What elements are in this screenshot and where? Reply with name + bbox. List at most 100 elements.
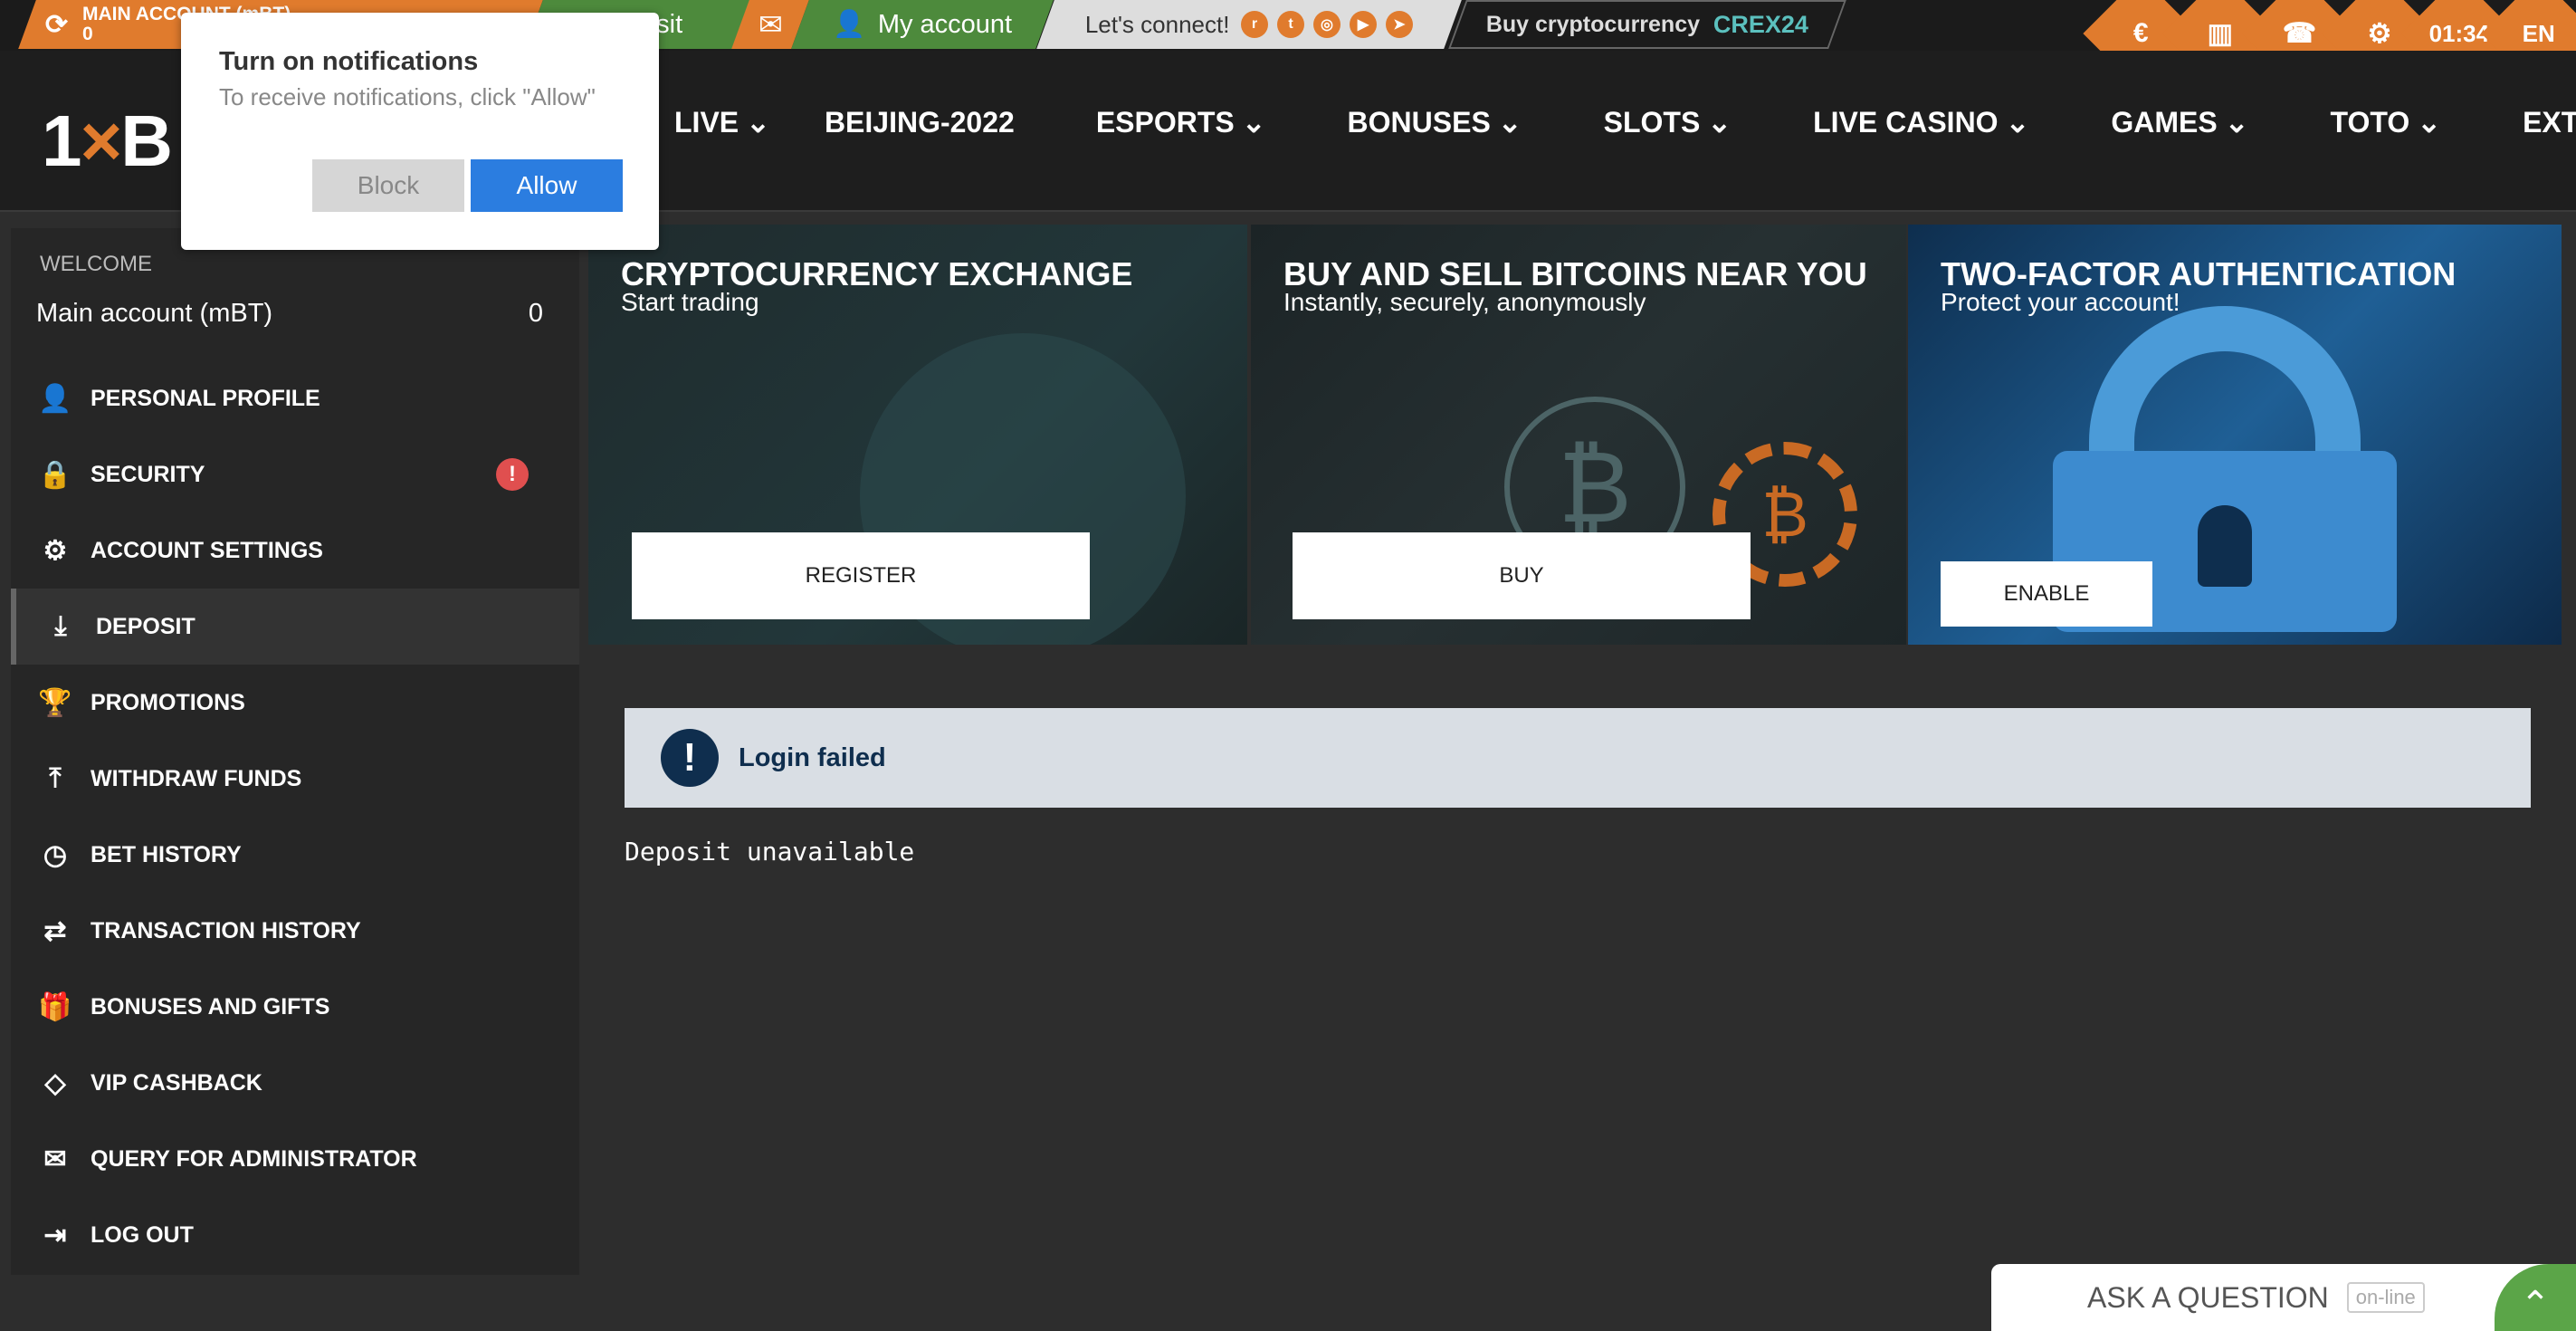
sidebar-item-query-admin[interactable]: ✉ QUERY FOR ADMINISTRATOR [11, 1121, 579, 1197]
logo-part: B [120, 101, 173, 181]
banner-subtitle: Instantly, securely, anonymously [1283, 288, 1646, 316]
sidebar-item-deposit[interactable]: ⤓ DEPOSIT [11, 589, 579, 665]
nav-item-games[interactable]: GAMES ⌄ [2111, 105, 2248, 139]
enable-button[interactable]: ENABLE [1941, 561, 2152, 627]
nav-item-esports[interactable]: ESPORTS ⌄ [1096, 105, 1266, 139]
chevron-down-icon: ⌄ [2417, 106, 2442, 139]
trophy-icon: 🏆 [38, 687, 72, 718]
my-account-button[interactable]: 👤 My account [791, 0, 1054, 49]
chevron-down-icon: ⌄ [1497, 106, 1522, 139]
chevron-down-icon: ⌄ [2005, 106, 2030, 139]
sidebar-item-promotions[interactable]: 🏆 PROMOTIONS [11, 665, 579, 741]
sidebar-item-account-settings[interactable]: ⚙ ACCOUNT SETTINGS [11, 512, 579, 589]
chevron-up-icon[interactable]: ⌃ [2495, 1264, 2576, 1331]
nav-item-bonuses[interactable]: BONUSES ⌄ [1348, 105, 1522, 139]
site-logo[interactable]: 1×B [42, 100, 173, 183]
sidebar-item-label: BONUSES AND GIFTS [91, 993, 330, 1020]
nav-item-extra[interactable]: EXTRA⌄ [2523, 105, 2576, 139]
refresh-icon[interactable]: ⟳ [45, 9, 68, 41]
gears-icon: ⚙ [43, 535, 68, 566]
deposit-unavailable-text: Deposit unavailable [625, 837, 915, 867]
sidebar-item-personal-profile[interactable]: 👤 PERSONAL PROFILE [11, 360, 579, 436]
nav-item-toto[interactable]: TOTO ⌄ [2331, 105, 2442, 139]
account-sidebar: WELCOME Main account (mBT) 0 👤 PERSONAL P… [11, 228, 579, 1275]
youtube-icon[interactable]: ▶ [1349, 11, 1377, 38]
gear-icon: ⚙ [2367, 18, 2392, 49]
buy-button[interactable]: BUY [1293, 532, 1751, 619]
headset-icon: ☎ [2283, 18, 2317, 49]
account-name: Main account (mBT) [36, 299, 273, 328]
security-alert-badge: ! [496, 458, 529, 491]
envelope-icon: ✉ [43, 1144, 67, 1174]
buy-crypto-link[interactable]: Buy cryptocurrency CREX24 [1448, 0, 1846, 49]
chevron-down-icon: ⌄ [746, 106, 770, 139]
nav-item-beijing[interactable]: BEIJING-2022 [825, 105, 1015, 139]
online-status: on-line [2346, 1282, 2425, 1313]
nav-label: TOTO [2330, 105, 2410, 139]
banner-subtitle: Protect your account! [1941, 288, 2180, 316]
account-balance: 0 [528, 299, 543, 328]
nav-item-live-casino[interactable]: LIVE CASINO ⌄ [1813, 105, 2029, 139]
user-icon: 👤 [832, 10, 865, 39]
ask-question-widget[interactable]: ASK A QUESTION on-line ⌃ [1991, 1264, 2576, 1331]
gift-hand-icon: 🎁 [38, 991, 72, 1022]
sidebar-item-security[interactable]: 🔒 SECURITY! [11, 436, 579, 512]
nav-label: LIVE CASINO [1813, 105, 1999, 139]
connect-label: Let's connect! [1085, 10, 1230, 38]
nav-label: ESPORTS [1095, 105, 1235, 139]
social-links: Let's connect! r t ◎ ▶ ➤ [1036, 0, 1462, 49]
twitter-icon[interactable]: t [1276, 11, 1304, 38]
instagram-icon[interactable]: ◎ [1312, 11, 1340, 38]
alert-message: Login failed [739, 742, 886, 772]
euro-icon: € [2132, 18, 2149, 48]
sidebar-item-label: TRANSACTION HISTORY [91, 917, 361, 943]
nav-menu: LIVE ⌄ BEIJING-2022 ESPORTS ⌄ BONUSES ⌄ SLO… [674, 105, 2576, 139]
logo-part: × [80, 101, 123, 181]
sidebar-item-bet-history[interactable]: ◷ BET HISTORY [11, 817, 579, 893]
user-plus-icon: 👤 [38, 383, 72, 414]
nav-label: EXTRA [2523, 105, 2576, 139]
sidebar-item-log-out[interactable]: ⇥ LOG OUT [11, 1197, 579, 1273]
sidebar-item-label: SECURITY [91, 461, 205, 487]
popup-title: Turn on notifications [219, 47, 479, 76]
reddit-icon[interactable]: r [1240, 11, 1268, 38]
nav-label: SLOTS [1603, 105, 1701, 139]
account-summary: Main account (mBT) 0 [36, 299, 543, 329]
nav-item-slots[interactable]: SLOTS ⌄ [1604, 105, 1732, 139]
crex24-logo: CREX24 [1713, 10, 1808, 38]
language-label: EN [2522, 19, 2556, 47]
diamond-icon: ◇ [44, 1068, 66, 1098]
time-label: 01:34 [2428, 19, 2490, 47]
sidebar-item-label: QUERY FOR ADMINISTRATOR [91, 1145, 417, 1172]
popup-text: To receive notifications, click "Allow" [219, 83, 596, 110]
chevron-down-icon: ⌄ [2224, 106, 2249, 139]
keyhole-icon [2198, 505, 2252, 587]
register-button[interactable]: REGISTER [632, 532, 1090, 619]
sidebar-item-label: PERSONAL PROFILE [91, 385, 320, 411]
chevron-down-icon: ⌄ [1241, 106, 1266, 139]
telegram-icon[interactable]: ➤ [1385, 11, 1413, 38]
sidebar-item-label: PROMOTIONS [91, 689, 245, 715]
buy-crypto-label: Buy cryptocurrency [1486, 11, 1701, 37]
sidebar-item-label: WITHDRAW FUNDS [91, 765, 302, 791]
sidebar-item-transaction-history[interactable]: ⇄ TRANSACTION HISTORY [11, 893, 579, 969]
download-icon: ⤓ [54, 611, 67, 641]
login-failed-alert: ! Login failed [625, 708, 2531, 808]
envelope-icon: ✉ [758, 8, 783, 41]
exclamation-icon: ! [661, 729, 719, 787]
banner-two-factor: TWO-FACTOR AUTHENTICATION Protect your a… [1908, 225, 2562, 645]
sidebar-item-bonuses-and-gifts[interactable]: 🎁 BONUSES AND GIFTS [11, 969, 579, 1045]
nav-item-live[interactable]: LIVE ⌄ [674, 105, 770, 139]
sidebar-item-withdraw-funds[interactable]: ⤒ WITHDRAW FUNDS [11, 741, 579, 817]
sidebar-item-label: LOG OUT [91, 1221, 194, 1248]
notification-permission-popup: Turn on notifications To receive notific… [181, 13, 659, 250]
chevron-down-icon: ⌄ [1707, 106, 1732, 139]
block-button[interactable]: Block [312, 159, 464, 212]
sidebar-item-vip-cashback[interactable]: ◇ VIP CASHBACK [11, 1045, 579, 1121]
nav-label: BEIJING-2022 [824, 105, 1015, 139]
sidebar-item-label: ACCOUNT SETTINGS [91, 537, 323, 563]
clock-icon: ◷ [43, 839, 68, 870]
nav-label: LIVE [674, 105, 739, 139]
banner-buy-bitcoins: ₿ ₿ BUY AND SELL BITCOINS NEAR YOU Insta… [1251, 225, 1906, 645]
allow-button[interactable]: Allow [471, 159, 623, 212]
